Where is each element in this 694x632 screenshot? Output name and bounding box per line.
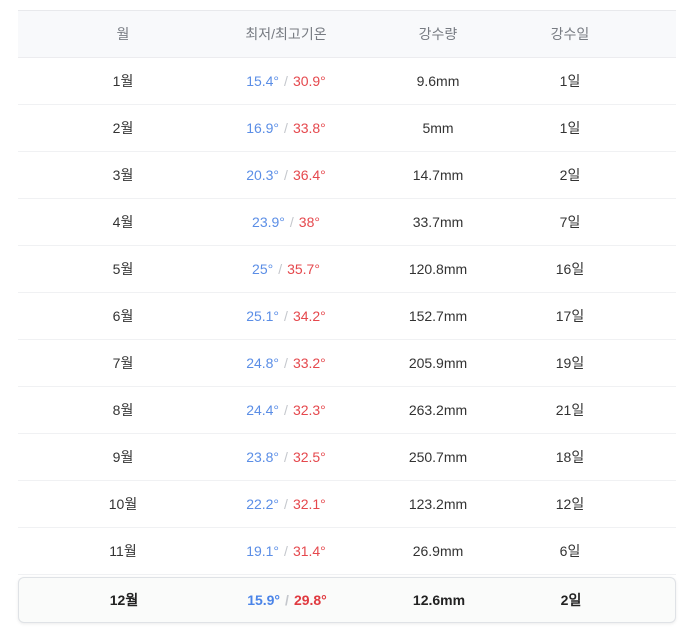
rain-days-cell: 17일 — [555, 308, 585, 324]
low-temp: 23.8° — [246, 449, 280, 465]
low-temp: 15.4° — [246, 73, 280, 89]
table-row: 9월 23.8°/32.5° 250.7mm 18일 — [18, 434, 676, 481]
high-temp: 32.3° — [292, 402, 326, 418]
table-row: 12월 15.9°/29.8° 12.6mm 2일 — [18, 577, 676, 623]
high-temp: 33.8° — [292, 120, 326, 136]
low-temp: 24.4° — [246, 402, 280, 418]
temp-separator: / — [284, 543, 288, 559]
high-temp: 30.9° — [292, 73, 326, 89]
temp-separator: / — [278, 261, 283, 277]
rain-days-cell: 19일 — [555, 355, 585, 371]
low-temp: 19.1° — [246, 543, 280, 559]
rain-days-cell: 21일 — [555, 402, 585, 418]
temp-separator: / — [285, 592, 289, 608]
high-temp: 29.8° — [293, 592, 327, 608]
low-temp: 22.2° — [246, 496, 280, 512]
temp-separator: / — [284, 308, 288, 324]
rain-days-cell: 16일 — [555, 261, 585, 277]
table-row: 2월 16.9°/33.8° 5mm 1일 — [18, 105, 676, 152]
table-row: 5월 25°/35.7° 120.8mm 16일 — [18, 246, 676, 293]
header-days: 강수일 — [550, 26, 590, 42]
low-temp: 16.9° — [246, 120, 280, 136]
rain-days-cell: 12일 — [555, 496, 585, 512]
climate-table: 월 최저/최고기온 강수량 강수일 1월 15.4°/30.9° 9.6mm 1일 2월… — [18, 10, 676, 623]
temp-separator: / — [284, 167, 288, 183]
rain-days-cell: 2일 — [560, 592, 582, 608]
low-temp: 20.3° — [246, 167, 280, 183]
temp-separator: / — [284, 449, 288, 465]
rain-days-cell: 2일 — [559, 167, 581, 183]
temp-separator: / — [284, 402, 288, 418]
table-row: 4월 23.9°/38° 33.7mm 7일 — [18, 199, 676, 246]
rain-days-cell: 18일 — [555, 449, 585, 465]
table-body: 1월 15.4°/30.9° 9.6mm 1일 2월 16.9°/33.8° 5mm 1일 3월… — [18, 58, 676, 623]
temp-separator: / — [284, 496, 288, 512]
high-temp: 31.4° — [292, 543, 326, 559]
temp-separator: / — [284, 355, 288, 371]
low-temp: 25° — [252, 261, 274, 277]
rain-days-cell: 7일 — [559, 214, 581, 230]
rain-days-cell: 6일 — [559, 543, 581, 559]
table-row: 10월 22.2°/32.1° 123.2mm 12일 — [18, 481, 676, 528]
rain-days-cell: 1일 — [559, 120, 581, 136]
high-temp: 35.7° — [287, 261, 320, 277]
table-row: 11월 19.1°/31.4° 26.9mm 6일 — [18, 528, 676, 575]
high-temp: 32.5° — [292, 449, 326, 465]
temp-separator: / — [284, 120, 288, 136]
high-temp: 38° — [298, 214, 320, 230]
low-temp: 23.9° — [252, 214, 285, 230]
table-row: 6월 25.1°/34.2° 152.7mm 17일 — [18, 293, 676, 340]
table-row: 7월 24.8°/33.2° 205.9mm 19일 — [18, 340, 676, 387]
high-temp: 36.4° — [292, 167, 326, 183]
temp-separator: / — [284, 73, 288, 89]
table-row: 1월 15.4°/30.9° 9.6mm 1일 — [18, 58, 676, 105]
table-row: 8월 24.4°/32.3° 263.2mm 21일 — [18, 387, 676, 434]
low-temp: 24.8° — [246, 355, 280, 371]
high-temp: 32.1° — [292, 496, 326, 512]
high-temp: 34.2° — [292, 308, 326, 324]
table-header: 월 최저/최고기온 강수량 강수일 — [18, 10, 676, 58]
low-temp: 15.9° — [247, 592, 281, 608]
rain-days-cell: 1일 — [559, 73, 581, 89]
high-temp: 33.2° — [292, 355, 326, 371]
temp-separator: / — [289, 214, 294, 230]
table-row: 3월 20.3°/36.4° 14.7mm 2일 — [18, 152, 676, 199]
low-temp: 25.1° — [246, 308, 280, 324]
